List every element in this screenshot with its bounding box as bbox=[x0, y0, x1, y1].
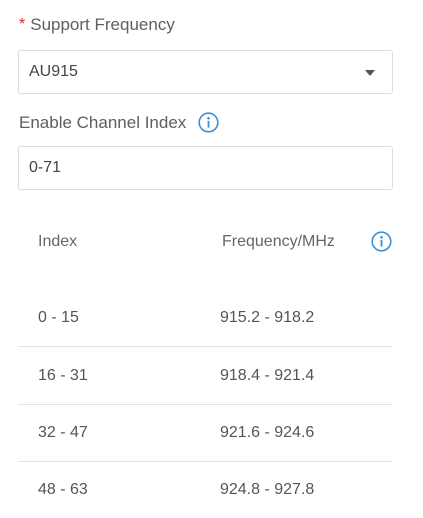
channel-index-label-row: Enable Channel Index bbox=[19, 112, 219, 133]
table-row: 48 - 63 924.8 - 927.8 bbox=[18, 461, 393, 518]
channel-index-label: Enable Channel Index bbox=[19, 112, 187, 132]
row-index: 48 - 63 bbox=[38, 481, 88, 498]
column-header-index: Index bbox=[38, 233, 78, 250]
table-row: 32 - 47 921.6 - 924.6 bbox=[18, 404, 393, 462]
row-frequency: 918.4 - 921.4 bbox=[220, 367, 315, 384]
info-icon[interactable] bbox=[198, 112, 219, 133]
row-frequency: 924.8 - 927.8 bbox=[220, 481, 315, 498]
channel-index-value: 0-71 bbox=[29, 159, 62, 176]
row-index: 32 - 47 bbox=[38, 424, 88, 441]
support-frequency-label: Support Frequency bbox=[30, 15, 175, 34]
support-frequency-select[interactable]: AU915 bbox=[18, 50, 393, 94]
row-index: 16 - 31 bbox=[38, 367, 88, 384]
support-frequency-label-row: * Support Frequency bbox=[19, 15, 175, 35]
table-row: 0 - 15 915.2 - 918.2 bbox=[18, 289, 393, 347]
required-asterisk: * bbox=[19, 16, 26, 33]
channel-index-input[interactable]: 0-71 bbox=[18, 146, 393, 190]
table-row: 16 - 31 918.4 - 921.4 bbox=[18, 347, 393, 405]
support-frequency-value: AU915 bbox=[29, 63, 78, 80]
info-icon[interactable] bbox=[371, 231, 392, 252]
row-frequency: 915.2 - 918.2 bbox=[220, 309, 315, 326]
column-header-frequency: Frequency/MHz bbox=[222, 233, 335, 250]
caret-down-icon bbox=[365, 70, 375, 76]
row-index: 0 - 15 bbox=[38, 309, 79, 326]
row-frequency: 921.6 - 924.6 bbox=[220, 424, 315, 441]
